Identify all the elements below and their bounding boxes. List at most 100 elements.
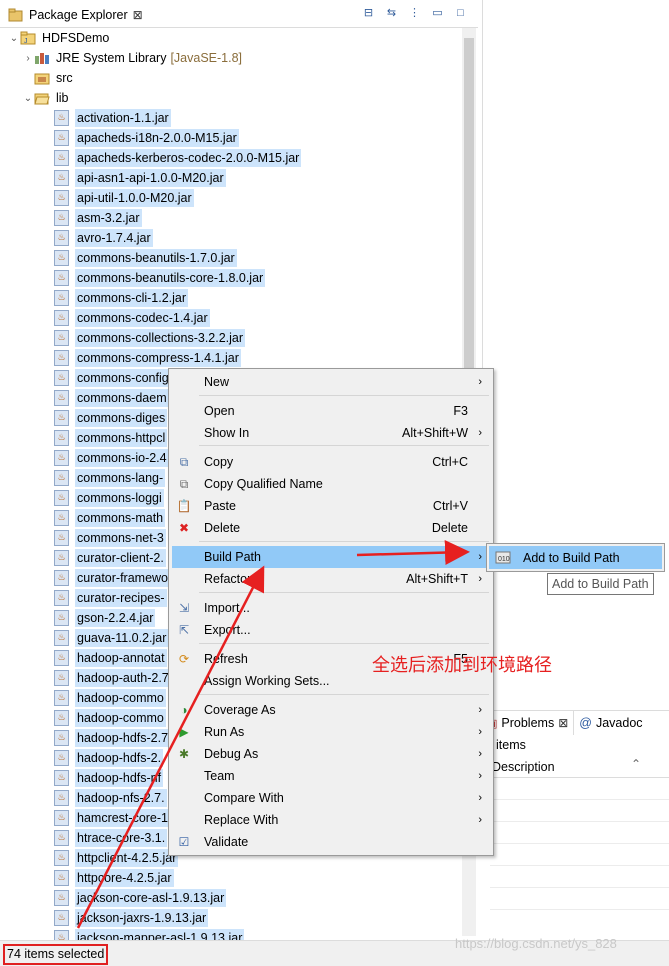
jar-tree-item[interactable]: ♨ commons-diges [54,408,168,427]
jar-tree-item[interactable]: ♨ avro-1.7.4.jar [54,228,153,247]
jar-tree-item[interactable]: ♨ commons-beanutils-core-1.8.0.jar [54,268,266,287]
jar-tree-item[interactable]: ♨ commons-daem [54,388,169,407]
import-icon: ⇲ [178,601,190,615]
jar-tree-item[interactable]: ♨ curator-framewo [54,568,170,587]
chevron-right-icon[interactable]: › [22,53,34,64]
tree-item-project[interactable]: ⌄ J HDFSDemo [8,28,110,48]
jar-tree-item[interactable]: ♨ commons-codec-1.4.jar [54,308,210,327]
jar-tree-item[interactable]: ♨ commons-io-2.4 [54,448,169,467]
jar-tree-item[interactable]: ♨ hadoop-hdfs-nf [54,768,164,787]
jar-tree-item[interactable]: ♨ hadoop-auth-2.7 [54,668,171,687]
menu-item-copy-qualified-name[interactable]: ⧉ Copy Qualified Name [172,473,490,495]
jar-tree-item[interactable]: ♨ commons-config [54,368,171,387]
svg-text:010: 010 [498,556,510,563]
menu-item-import[interactable]: ⇲ Import... [172,597,490,619]
jar-tree-item[interactable]: ♨ api-asn1-api-1.0.0-M20.jar [54,168,226,187]
tree-item-src[interactable]: src [34,68,73,88]
jar-file-icon: ♨ [54,829,69,846]
jar-tree-item[interactable]: ♨ curator-client-2. [54,548,166,567]
jar-tree-item[interactable]: ♨ hadoop-annotat [54,648,167,667]
menu-item-shortcut: F3 [453,404,468,418]
menu-item-debug-as[interactable]: ✱ Debug As › [172,743,490,765]
menu-item-new[interactable]: New › [172,371,490,393]
jar-tree-item[interactable]: ♨ commons-net-3 [54,528,166,547]
jar-tree-item[interactable]: ♨ hadoop-hdfs-2. [54,748,164,767]
scrollbar-thumb[interactable] [464,38,474,398]
jar-tree-item[interactable]: ♨ api-util-1.0.0-M20.jar [54,188,194,207]
jar-tree-item[interactable]: ♨ hadoop-commo [54,688,166,707]
jar-tree-item[interactable]: ♨ commons-compress-1.4.1.jar [54,348,241,367]
jar-label: commons-codec-1.4.jar [75,308,210,327]
problems-item-count: items [496,738,526,752]
jar-tree-item[interactable]: ♨ activation-1.1.jar [54,108,171,127]
menu-item-replace-with[interactable]: Replace With › [172,809,490,831]
lib-label: lib [56,91,69,105]
jar-tree-item[interactable]: ♨ hadoop-hdfs-2.7 [54,728,171,747]
jar-tree-item[interactable]: ♨ commons-httpcl [54,428,168,447]
close-icon[interactable]: ⊠ [558,716,568,730]
jar-file-icon: ♨ [54,209,69,226]
add-to-build-path-item[interactable]: 010 Add to Build Path [489,546,662,569]
menu-item-delete[interactable]: ✖ Delete Delete [172,517,490,539]
jar-tree-item[interactable]: ♨ commons-collections-3.2.2.jar [54,328,246,347]
tab-problems[interactable]: ▣ Problems ⊠ [482,711,575,735]
view-menu-icon[interactable]: ⋮ [407,5,422,20]
jar-tree-item[interactable]: ♨ jackson-core-asl-1.9.13.jar [54,888,227,907]
menu-item-show-in[interactable]: Show In Alt+Shift+W › [172,422,490,444]
src-label: src [56,71,73,85]
menu-item-copy[interactable]: ⧉ Copy Ctrl+C [172,451,490,473]
menu-item-team[interactable]: Team › [172,765,490,787]
tab-javadoc[interactable]: @ Javadoc [574,711,647,735]
jar-tree-item[interactable]: ♨ httpcore-4.2.5.jar [54,868,174,887]
jar-tree-item[interactable]: ♨ commons-beanutils-1.7.0.jar [54,248,237,267]
jar-tree-item[interactable]: ♨ commons-loggi [54,488,164,507]
minimize-icon[interactable]: ▭ [430,5,445,20]
menu-item-validate[interactable]: ☑ Validate [172,831,490,853]
menu-item-refactor[interactable]: Refactor Alt+Shift+T › [172,568,490,590]
collapse-all-icon[interactable]: ⊟ [361,5,376,20]
menu-item-shortcut: Alt+Shift+W [402,426,468,440]
menu-separator [199,643,489,644]
library-icon [34,51,50,65]
jar-tree-item[interactable]: ♨ htrace-core-3.1. [54,828,168,847]
menu-item-export[interactable]: ⇱ Export... [172,619,490,641]
project-label: HDFSDemo [42,31,110,45]
jar-tree-item[interactable]: ♨ hadoop-commo [54,708,166,727]
menu-item-build-path[interactable]: Build Path › [172,546,490,568]
tree-item-lib[interactable]: ⌄ lib [22,88,69,108]
menu-item-coverage-as[interactable]: ◑ Coverage As › [172,699,490,721]
jar-tree-item[interactable]: ♨ apacheds-kerberos-codec-2.0.0-M15.jar [54,148,302,167]
jar-tree-item[interactable]: ♨ apacheds-i18n-2.0.0-M15.jar [54,128,239,147]
maximize-icon[interactable]: □ [453,5,468,20]
build-path-submenu: 010 Add to Build Path [486,543,665,572]
jar-tree-item[interactable]: ♨ gson-2.2.4.jar [54,608,156,627]
menu-item-paste[interactable]: 📋 Paste Ctrl+V [172,495,490,517]
jar-tree-item[interactable]: ♨ curator-recipes- [54,588,167,607]
chevron-down-icon[interactable]: ⌄ [8,33,20,44]
close-icon[interactable]: ⊠ [133,8,143,22]
jar-tree-item[interactable]: ♨ hamcrest-core-1 [54,808,170,827]
jar-label: asm-3.2.jar [75,208,142,227]
jar-file-icon: ♨ [54,649,69,666]
chevron-down-icon[interactable]: ⌄ [22,93,34,104]
jar-tree-item[interactable]: ♨ commons-cli-1.2.jar [54,288,189,307]
jar-tree-item[interactable]: ♨ commons-math [54,508,166,527]
jar-tree-item[interactable]: ♨ asm-3.2.jar [54,208,142,227]
jar-tree-item[interactable]: ♨ httpclient-4.2.5.jar [54,848,179,867]
jar-tree-item[interactable]: ♨ hadoop-nfs-2.7. [54,788,167,807]
jar-tree-item[interactable]: ♨ jackson-jaxrs-1.9.13.jar [54,908,209,927]
tab-package-explorer[interactable]: Package Explorer ⊠ [4,4,147,26]
chevron-right-icon: › [478,814,482,826]
jar-label: htrace-core-3.1. [75,828,168,847]
menu-item-label: Validate [204,835,249,849]
menu-item-open[interactable]: Open F3 [172,400,490,422]
jar-tree-item[interactable]: ♨ commons-lang- [54,468,166,487]
watermark: https://blog.csdn.net/ys_828 [455,936,617,951]
jar-tree-item[interactable]: ♨ guava-11.0.2.jar [54,628,169,647]
jar-file-icon: ♨ [54,809,69,826]
link-with-editor-icon[interactable]: ⇆ [384,5,399,20]
description-column-header[interactable]: Description ⌃ [490,757,669,778]
menu-item-compare-with[interactable]: Compare With › [172,787,490,809]
menu-item-run-as[interactable]: ▶ Run As › [172,721,490,743]
tree-item-jre[interactable]: › JRE System Library [JavaSE-1.8] [22,48,242,68]
